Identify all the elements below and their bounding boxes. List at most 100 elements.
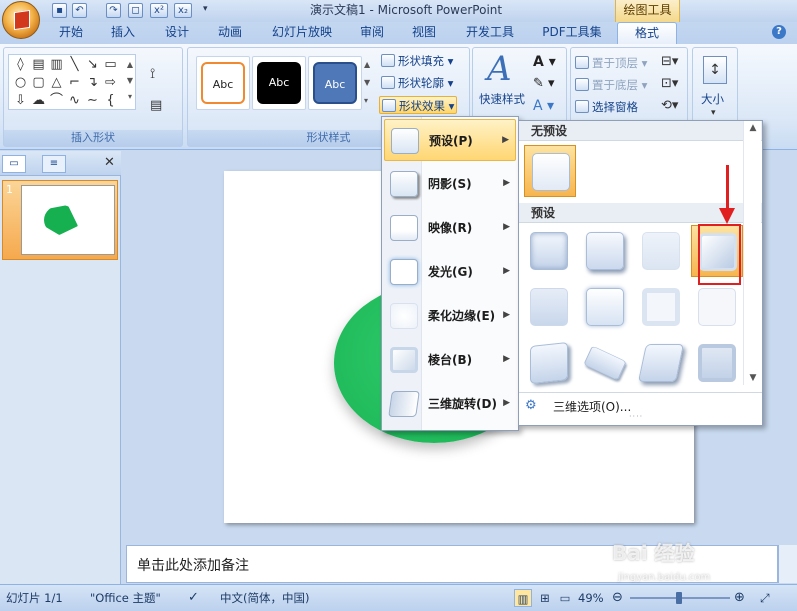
arrow-line-shape-icon[interactable]: ↘ [85,57,100,72]
tab-review[interactable]: 审阅 [352,22,392,44]
tab-developer[interactable]: 开发工具 [458,22,522,44]
edit-shape-icon[interactable]: ⟟ [150,66,155,82]
close-panel-icon[interactable]: ✕ [104,155,115,170]
arc-shape-icon[interactable]: ⌒ [49,93,64,108]
style-sample-2[interactable]: Abc [252,56,306,110]
text-effects-icon[interactable]: A ▾ [533,98,554,114]
shapes-gallery-scroll[interactable]: ▲ ▼ ▾ [125,57,135,107]
menu-item-preset[interactable]: 预设(P) ▶ [384,119,516,161]
vertical-textbox-shape-icon[interactable]: ▥ [49,57,64,72]
align-icon[interactable]: ⊟▾ [661,54,678,69]
scroll-up-icon[interactable]: ▲ [744,121,762,135]
zoom-slider-thumb[interactable] [676,592,682,604]
subscript-icon[interactable]: x₂ [174,3,192,18]
preset-7[interactable] [637,283,685,331]
zoom-level[interactable]: 49% [578,589,604,607]
cloud-shape-icon[interactable]: ☁ [31,93,46,108]
menu-item-glow[interactable]: 发光(G) ▶ [384,251,516,293]
superscript-icon[interactable]: x² [150,3,168,18]
brace-shape-icon[interactable]: { [103,93,118,108]
preset-6[interactable] [581,283,629,331]
menu-item-shadow[interactable]: 阴影(S) ▶ [384,163,516,205]
preset-12[interactable] [693,339,741,387]
3d-options-link[interactable]: 三维选项(O)... [553,398,631,415]
size-dropdown-icon[interactable]: ▾ [711,108,716,118]
spellcheck-icon[interactable]: ✓ [188,589,199,607]
slideshow-view-icon[interactable]: ▭ [556,589,574,607]
elbow-arrow-shape-icon[interactable]: ↴ [85,75,100,90]
tab-view[interactable]: 视图 [404,22,444,44]
office-button[interactable] [2,1,40,39]
tab-slideshow[interactable]: 幻灯片放映 [264,22,340,44]
style-sample-3[interactable]: Abc [308,56,362,110]
wave-shape-icon[interactable]: ∼ [85,93,100,108]
tab-format[interactable]: 格式 [617,22,677,44]
size-icon[interactable]: ↕ [703,56,727,84]
rectangle-shape-icon[interactable]: ▭ [103,57,118,72]
menu-item-3d-rotation[interactable]: 三维旋转(D) ▶ [384,383,516,425]
down-arrow-shape-icon[interactable]: ⇩ [13,93,28,108]
gallery-scrollbar[interactable]: ▲ ▼ [743,121,761,385]
shape-outline-button[interactable]: 形状轮廓 ▾ [381,74,453,92]
zoom-in-icon[interactable]: ⊕ [734,589,745,607]
freeform-shape-icon[interactable]: ◊ [13,57,28,72]
preset-1[interactable] [525,227,573,275]
save-icon[interactable]: ▪ [52,3,67,18]
fit-window-icon[interactable]: ⤢ [760,589,770,607]
tab-design[interactable]: 设计 [157,22,197,44]
preset-5[interactable] [525,283,573,331]
elbow-connector-shape-icon[interactable]: ⌐ [67,75,82,90]
textbox-icon[interactable]: ▤ [150,98,162,113]
shape-effects-button[interactable]: 形状效果 ▾ [379,96,458,114]
menu-item-bevel[interactable]: 棱台(B) ▶ [384,339,516,381]
bring-to-front-button[interactable]: 置于顶层 ▾ [575,54,647,72]
slide-sorter-icon[interactable]: ⊞ [536,589,554,607]
quick-styles-a-icon[interactable]: A [487,52,512,86]
preset-11[interactable] [637,339,685,387]
rounded-rect-shape-icon[interactable]: ▢ [31,75,46,90]
right-arrow-shape-icon[interactable]: ⇨ [103,75,118,90]
slide-thumbnail-selected[interactable]: 1 [2,180,118,260]
shape-fill-button[interactable]: 形状填充 ▾ [381,52,453,70]
resize-grip-icon[interactable]: ···· [629,412,643,421]
rotate-icon[interactable]: ⟲▾ [661,98,678,113]
tab-insert[interactable]: 插入 [103,22,143,44]
no-preset-option[interactable] [524,145,576,197]
preset-3[interactable] [637,227,685,275]
print-preview-icon[interactable]: ◻ [128,3,143,18]
oval-shape-icon[interactable]: ○ [13,75,28,90]
tab-animation[interactable]: 动画 [210,22,250,44]
style-sample-1[interactable]: Abc [196,56,250,110]
styles-gallery-scroll[interactable]: ▲ ▼ ▾ [364,56,374,110]
triangle-shape-icon[interactable]: △ [49,75,64,90]
slides-tab-icon[interactable]: ▭ [2,155,26,173]
slide-thumbnail [21,185,115,255]
selection-pane-button[interactable]: 选择窗格 [575,98,638,116]
preset-2[interactable] [581,227,629,275]
quick-styles-button[interactable]: 快速样式 [479,90,525,108]
text-fill-icon[interactable]: A ▾ [533,54,556,70]
line-shape-icon[interactable]: ╲ [67,57,82,72]
send-to-back-button[interactable]: 置于底层 ▾ [575,76,647,94]
textbox-shape-icon[interactable]: ▤ [31,57,46,72]
preset-8[interactable] [693,283,741,331]
menu-item-reflection[interactable]: 映像(R) ▶ [384,207,516,249]
normal-view-icon[interactable]: ▥ [514,589,532,607]
outline-tab-icon[interactable]: ≡ [42,155,66,173]
preset-10[interactable] [581,339,629,387]
tab-home[interactable]: 开始 [52,22,90,44]
size-button[interactable]: 大小 [701,90,724,108]
tab-pdf-tools[interactable]: PDF工具集 [537,22,607,44]
preset-9[interactable] [525,339,573,387]
redo-icon[interactable]: ↷ [106,3,121,18]
group-icon[interactable]: ⊡▾ [661,76,678,91]
help-icon[interactable]: ? [772,25,786,39]
undo-icon[interactable]: ↶ [72,3,87,18]
curve-shape-icon[interactable]: ∿ [67,93,82,108]
text-outline-icon[interactable]: ✎ ▾ [533,76,555,91]
scroll-down-icon[interactable]: ▼ [744,371,762,385]
menu-item-soft-edges[interactable]: 柔化边缘(E) ▶ [384,295,516,337]
zoom-out-icon[interactable]: ⊖ [612,589,623,607]
watermark-text: Bai 经验 [612,541,695,565]
qat-dropdown-icon[interactable]: ▾ [203,4,208,14]
